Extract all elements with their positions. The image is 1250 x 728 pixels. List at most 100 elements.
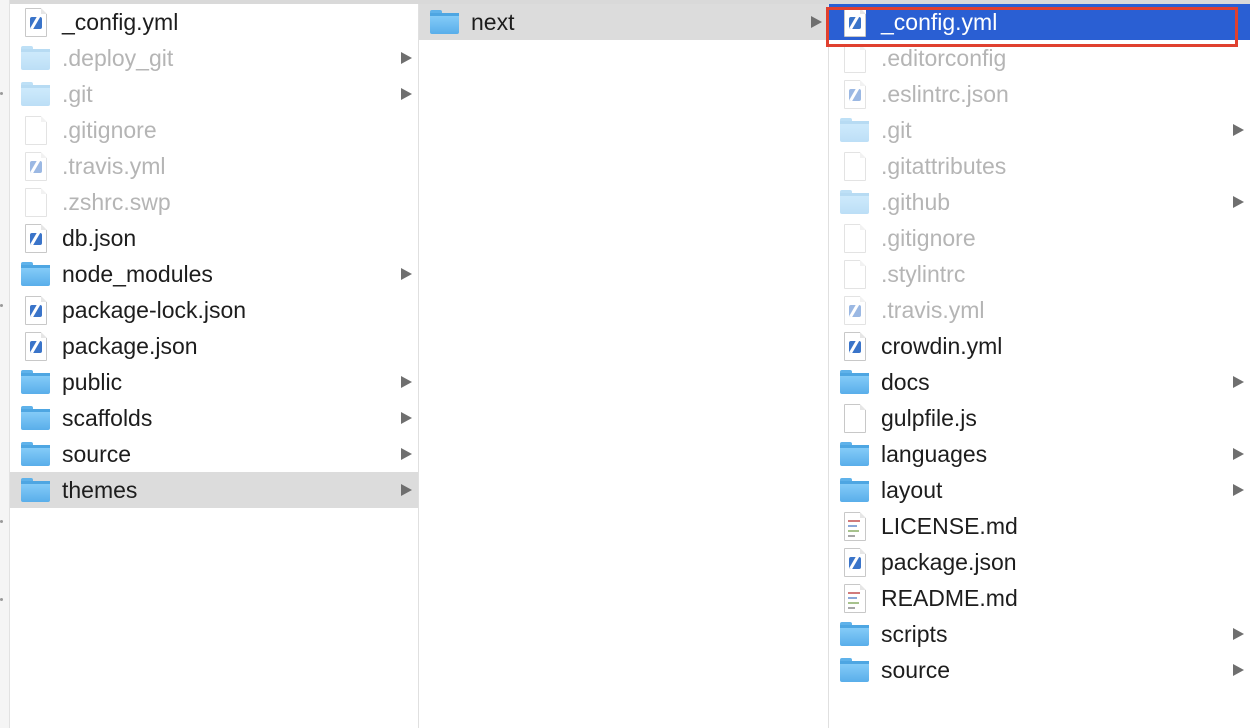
chevron-right-icon[interactable] (401, 412, 412, 424)
chevron-right-icon[interactable] (401, 448, 412, 460)
yml-file-icon (20, 331, 50, 361)
yml-file-icon (20, 223, 50, 253)
chevron-right-icon[interactable] (1233, 124, 1244, 136)
file-row[interactable]: .travis.yml (829, 292, 1250, 328)
folder-row[interactable]: source (829, 652, 1250, 688)
folder-row[interactable]: scripts (829, 616, 1250, 652)
folder-icon (20, 79, 50, 109)
document-icon (20, 115, 50, 145)
item-label: next (471, 8, 515, 35)
item-label: scaffolds (62, 404, 153, 431)
file-row[interactable]: .gitignore (10, 112, 418, 148)
folder-row[interactable]: themes (10, 472, 418, 508)
yml-file-icon (20, 295, 50, 325)
document-icon (839, 259, 869, 289)
file-row[interactable]: crowdin.yml (829, 328, 1250, 364)
file-row[interactable]: .zshrc.swp (10, 184, 418, 220)
file-row[interactable]: .editorconfig (829, 40, 1250, 76)
folder-row[interactable]: .git (829, 112, 1250, 148)
file-row[interactable]: _config.yml (829, 4, 1250, 40)
yml-file-icon (839, 7, 869, 37)
folder-row[interactable]: node_modules (10, 256, 418, 292)
item-label: db.json (62, 224, 137, 251)
folder-row[interactable]: public (10, 364, 418, 400)
file-row[interactable]: .gitattributes (829, 148, 1250, 184)
item-label: package.json (62, 332, 198, 359)
file-row[interactable]: gulpfile.js (829, 400, 1250, 436)
chevron-right-icon[interactable] (1233, 196, 1244, 208)
folder-icon (20, 259, 50, 289)
file-row[interactable]: .eslintrc.json (829, 76, 1250, 112)
finder-column-2[interactable]: next (419, 4, 829, 728)
item-label: gulpfile.js (881, 404, 977, 431)
document-icon (839, 223, 869, 253)
item-label: themes (62, 476, 138, 503)
document-icon (839, 403, 869, 433)
folder-row[interactable]: layout (829, 472, 1250, 508)
chevron-right-icon[interactable] (1233, 664, 1244, 676)
left-gutter (0, 0, 10, 728)
chevron-right-icon[interactable] (811, 16, 822, 28)
item-label: source (62, 440, 132, 467)
chevron-right-icon[interactable] (401, 88, 412, 100)
chevron-right-icon[interactable] (401, 484, 412, 496)
file-row[interactable]: .gitignore (829, 220, 1250, 256)
folder-icon (20, 43, 50, 73)
document-icon (839, 151, 869, 181)
folder-icon (20, 367, 50, 397)
folder-row[interactable]: scaffolds (10, 400, 418, 436)
folder-row[interactable]: source (10, 436, 418, 472)
item-label: package-lock.json (62, 296, 247, 323)
file-row[interactable]: _config.yml (10, 4, 418, 40)
item-label: source (881, 656, 951, 683)
yml-file-icon (20, 7, 50, 37)
folder-row[interactable]: docs (829, 364, 1250, 400)
item-label: README.md (881, 584, 1018, 611)
folder-row[interactable]: languages (829, 436, 1250, 472)
chevron-right-icon[interactable] (1233, 484, 1244, 496)
item-label: .gitignore (62, 116, 157, 143)
item-label: public (62, 368, 123, 395)
item-label: LICENSE.md (881, 512, 1018, 539)
folder-row[interactable]: .github (829, 184, 1250, 220)
folder-row[interactable]: .git (10, 76, 418, 112)
folder-row[interactable]: .deploy_git (10, 40, 418, 76)
item-label: .travis.yml (62, 152, 166, 179)
item-label: languages (881, 440, 988, 467)
chevron-right-icon[interactable] (1233, 376, 1244, 388)
file-row[interactable]: .travis.yml (10, 148, 418, 184)
file-row[interactable]: .stylintrc (829, 256, 1250, 292)
item-label: scripts (881, 620, 948, 647)
folder-icon (20, 439, 50, 469)
yml-file-icon (839, 331, 869, 361)
finder-column-3[interactable]: _config.yml .editorconfig .eslintrc.json .g… (829, 4, 1250, 728)
gutter-marker (0, 598, 3, 601)
folder-icon (20, 403, 50, 433)
item-label: _config.yml (62, 8, 179, 35)
file-row[interactable]: LICENSE.md (829, 508, 1250, 544)
item-label: .zshrc.swp (62, 188, 171, 215)
chevron-right-icon[interactable] (401, 52, 412, 64)
folder-icon (839, 187, 869, 217)
chevron-right-icon[interactable] (1233, 628, 1244, 640)
file-row[interactable]: db.json (10, 220, 418, 256)
document-icon (839, 43, 869, 73)
item-label: docs (881, 368, 930, 395)
markdown-file-icon (839, 583, 869, 613)
folder-row[interactable]: next (419, 4, 828, 40)
file-row[interactable]: package-lock.json (10, 292, 418, 328)
chevron-right-icon[interactable] (401, 268, 412, 280)
chevron-right-icon[interactable] (401, 376, 412, 388)
item-label: _config.yml (881, 8, 998, 35)
yml-file-icon (839, 79, 869, 109)
file-row[interactable]: package.json (10, 328, 418, 364)
item-label: .eslintrc.json (881, 80, 1009, 107)
finder-column-1[interactable]: _config.yml .deploy_git .git .gitignore .tra… (10, 4, 419, 728)
file-row[interactable]: package.json (829, 544, 1250, 580)
folder-icon (20, 475, 50, 505)
folder-icon (839, 655, 869, 685)
item-label: .editorconfig (881, 44, 1007, 71)
item-label: crowdin.yml (881, 332, 1003, 359)
file-row[interactable]: README.md (829, 580, 1250, 616)
chevron-right-icon[interactable] (1233, 448, 1244, 460)
